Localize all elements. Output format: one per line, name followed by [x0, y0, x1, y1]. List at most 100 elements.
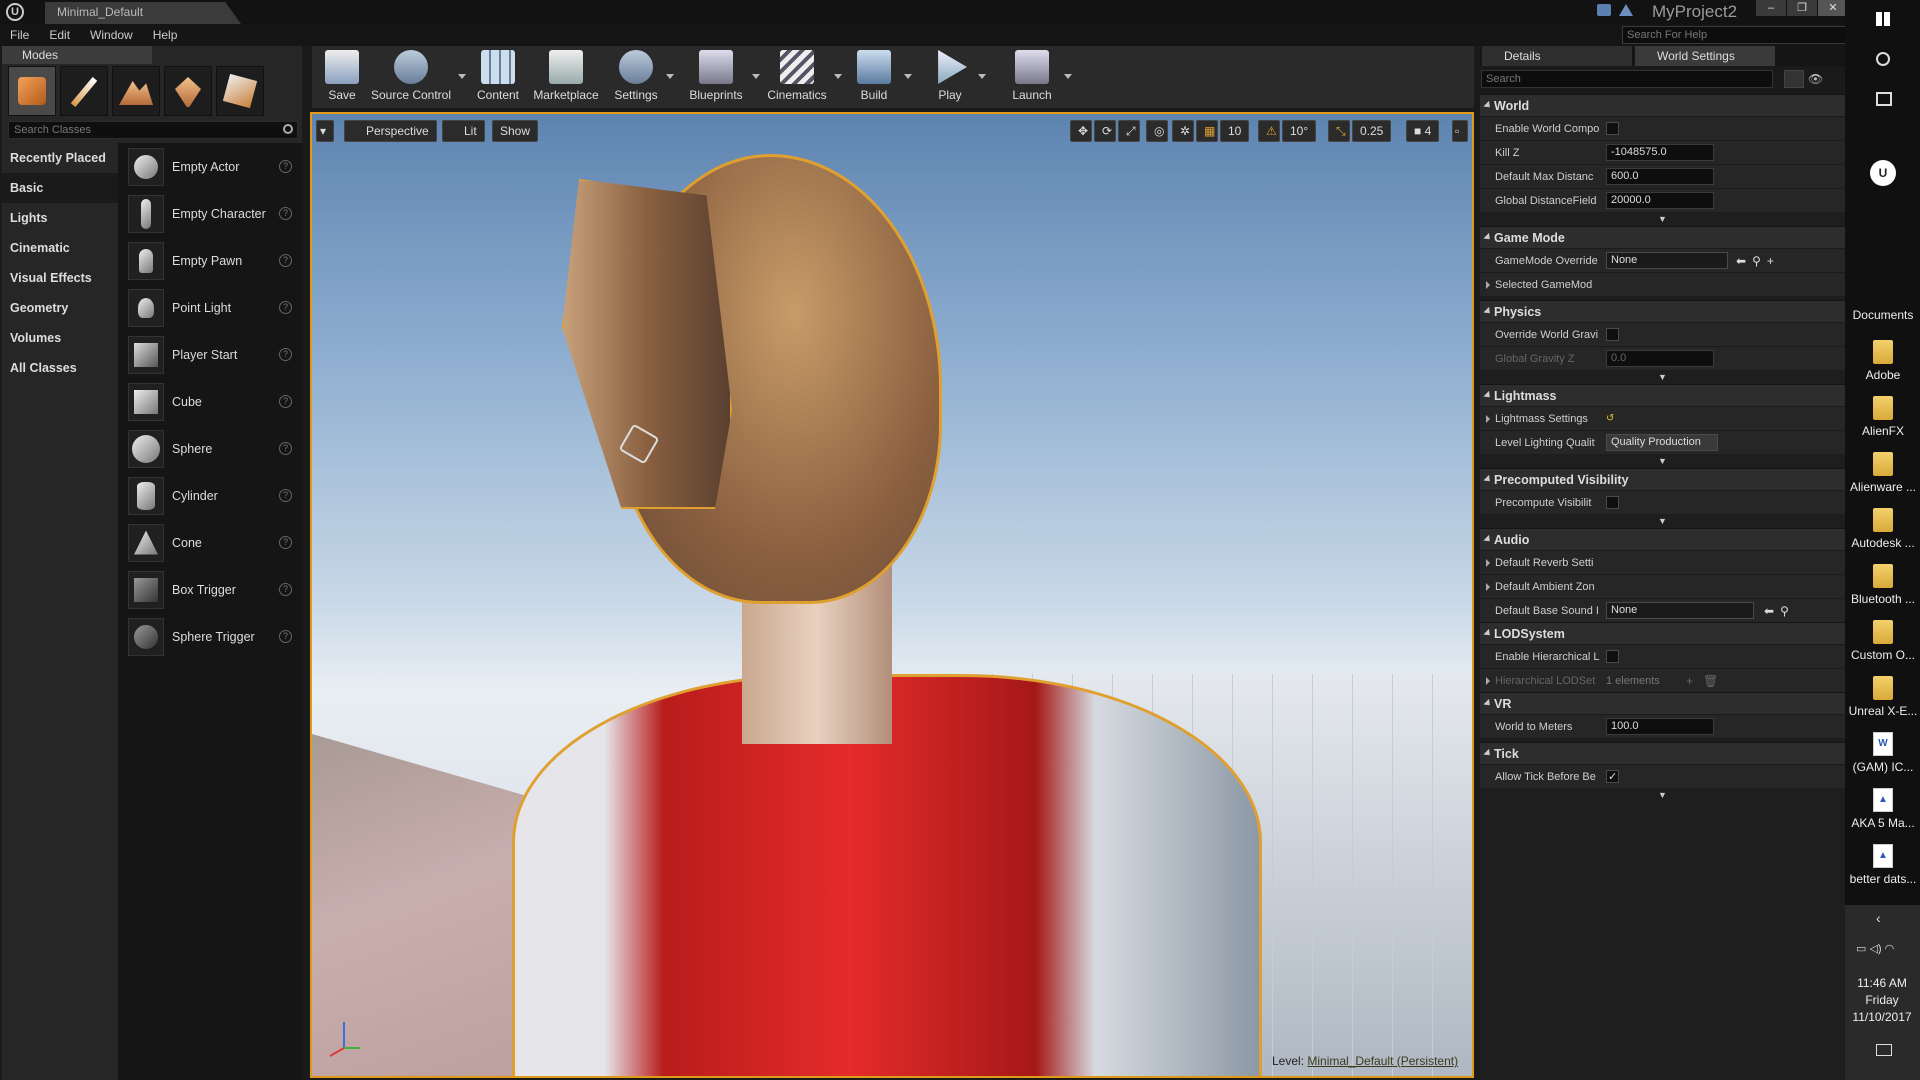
category-volumes[interactable]: Volumes: [2, 323, 118, 353]
help-icon[interactable]: ?: [279, 348, 292, 361]
section-world[interactable]: World: [1480, 94, 1845, 116]
level-name[interactable]: Minimal_Default (Persistent): [1307, 1054, 1458, 1068]
category-recently-placed[interactable]: Recently Placed: [2, 143, 118, 173]
chevron-down-icon[interactable]: [1064, 74, 1072, 79]
expand-advanced-icon[interactable]: ▼: [1480, 788, 1845, 802]
tab-world-settings[interactable]: World Settings: [1635, 46, 1775, 66]
help-icon[interactable]: ?: [279, 630, 292, 643]
view-options-grid-icon[interactable]: [1784, 70, 1804, 88]
section-precomputed-visibility[interactable]: Precomputed Visibility: [1480, 468, 1845, 490]
category-basic[interactable]: Basic: [2, 173, 118, 203]
help-icon[interactable]: ?: [279, 536, 292, 549]
chevron-down-icon[interactable]: [904, 74, 912, 79]
rotation-snap-value[interactable]: 10°: [1282, 120, 1317, 142]
chat-icon[interactable]: [1597, 4, 1611, 16]
geometry-mode-button[interactable]: [216, 66, 264, 116]
grid-snap-icon[interactable]: ▦: [1196, 120, 1218, 142]
add-icon[interactable]: +: [1686, 674, 1693, 688]
tray-icons[interactable]: ▭ ◁) ◠: [1856, 942, 1916, 955]
add-icon[interactable]: +: [1767, 254, 1774, 268]
grid-snap-value[interactable]: 10: [1220, 120, 1250, 142]
desktop-icon[interactable]: Custom O...: [1848, 620, 1918, 662]
rotate-mode-icon[interactable]: ⟳: [1094, 120, 1116, 142]
landscape-mode-button[interactable]: [112, 66, 160, 116]
desktop-icon[interactable]: ▲ AKA 5 Ma...: [1848, 788, 1918, 830]
expand-arrow-icon[interactable]: [1486, 559, 1490, 567]
expand-advanced-icon[interactable]: ▼: [1480, 212, 1845, 226]
list-item[interactable]: Empty Actor?: [118, 143, 302, 190]
precompute-visibility-checkbox[interactable]: [1606, 496, 1619, 509]
translate-mode-icon[interactable]: ✥: [1070, 120, 1092, 142]
section-audio[interactable]: Audio: [1480, 528, 1845, 550]
expand-arrow-icon[interactable]: [1486, 281, 1490, 289]
chevron-down-icon[interactable]: [978, 74, 986, 79]
show-button[interactable]: Show: [492, 120, 539, 142]
menu-window[interactable]: Window: [80, 28, 143, 42]
expand-advanced-icon[interactable]: ▼: [1480, 370, 1845, 384]
list-item[interactable]: Empty Character?: [118, 190, 302, 237]
search-classes-input[interactable]: Search Classes: [8, 121, 298, 139]
help-icon[interactable]: ?: [279, 583, 292, 596]
desktop-icon[interactable]: Alienware ...: [1848, 452, 1918, 494]
category-lights[interactable]: Lights: [2, 203, 118, 233]
chevron-down-icon[interactable]: [666, 74, 674, 79]
launch-button[interactable]: Launch: [1004, 50, 1072, 102]
build-button[interactable]: Build: [848, 50, 912, 102]
section-game-mode[interactable]: Game Mode: [1480, 226, 1845, 248]
allow-tick-checkbox[interactable]: [1606, 770, 1619, 783]
desktop-icon[interactable]: Autodesk ...: [1848, 508, 1918, 550]
task-view-icon[interactable]: [1876, 92, 1892, 106]
help-icon[interactable]: ?: [279, 301, 292, 314]
world-space-icon[interactable]: ◎: [1146, 120, 1168, 142]
marketplace-button[interactable]: Marketplace: [530, 50, 602, 102]
section-vr[interactable]: VR: [1480, 692, 1845, 714]
max-distance-field[interactable]: 600.0: [1606, 168, 1714, 185]
paint-mode-button[interactable]: [60, 66, 108, 116]
section-tick[interactable]: Tick: [1480, 742, 1845, 764]
lit-button[interactable]: Lit: [442, 120, 485, 142]
list-item[interactable]: Player Start?: [118, 331, 302, 378]
list-item[interactable]: Point Light?: [118, 284, 302, 331]
chevron-down-icon[interactable]: [834, 74, 842, 79]
show-hidden-icons-icon[interactable]: ‹: [1876, 910, 1881, 926]
category-geometry[interactable]: Geometry: [2, 293, 118, 323]
unreal-taskbar-icon[interactable]: U: [1870, 160, 1896, 186]
rotation-snap-icon[interactable]: ⚠: [1258, 120, 1280, 142]
perspective-button[interactable]: Perspective: [344, 120, 437, 142]
section-lightmass[interactable]: Lightmass: [1480, 384, 1845, 406]
scale-snap-value[interactable]: 0.25: [1352, 120, 1392, 142]
distance-field-field[interactable]: 20000.0: [1606, 192, 1714, 209]
menu-edit[interactable]: Edit: [39, 28, 80, 42]
use-selected-arrow-icon[interactable]: ⬅: [1736, 254, 1746, 268]
place-mode-button[interactable]: [8, 66, 56, 116]
close-icon[interactable]: ✕: [1818, 0, 1848, 16]
windows-logo-icon[interactable]: [1876, 12, 1890, 26]
enable-hierarchical-lod-checkbox[interactable]: [1606, 650, 1619, 663]
list-item[interactable]: Sphere Trigger?: [118, 613, 302, 660]
desktop-icon[interactable]: W (GAM) IC...: [1848, 732, 1918, 774]
scale-snap-icon[interactable]: ⤡: [1328, 120, 1350, 142]
cinematics-button[interactable]: Cinematics: [764, 50, 842, 102]
list-item[interactable]: Cylinder?: [118, 472, 302, 519]
desktop-icon[interactable]: AlienFX: [1848, 396, 1918, 438]
help-search-input[interactable]: Search For Help: [1622, 26, 1846, 44]
base-sound-combo[interactable]: None: [1606, 602, 1754, 619]
browse-search-icon[interactable]: ⚲: [1752, 254, 1761, 268]
world-to-meters-field[interactable]: 100.0: [1606, 718, 1714, 735]
menu-file[interactable]: File: [0, 28, 39, 42]
system-clock[interactable]: 11:46 AM Friday 11/10/2017: [1846, 975, 1918, 1026]
surface-snap-icon[interactable]: ✲: [1172, 120, 1194, 142]
section-physics[interactable]: Physics: [1480, 300, 1845, 322]
help-icon[interactable]: ?: [279, 442, 292, 455]
help-icon[interactable]: ?: [279, 160, 292, 173]
desktop-icon[interactable]: Unreal X-E...: [1848, 676, 1918, 718]
list-item[interactable]: Cube?: [118, 378, 302, 425]
cortana-icon[interactable]: [1876, 52, 1890, 66]
help-icon[interactable]: ?: [279, 395, 292, 408]
help-icon[interactable]: ?: [279, 489, 292, 502]
modes-tab[interactable]: Modes: [2, 46, 152, 64]
document-tab[interactable]: Minimal_Default: [45, 2, 241, 24]
expand-arrow-icon[interactable]: [1486, 677, 1490, 685]
restore-icon[interactable]: ❐: [1787, 0, 1817, 16]
expand-arrow-icon[interactable]: [1486, 583, 1490, 591]
